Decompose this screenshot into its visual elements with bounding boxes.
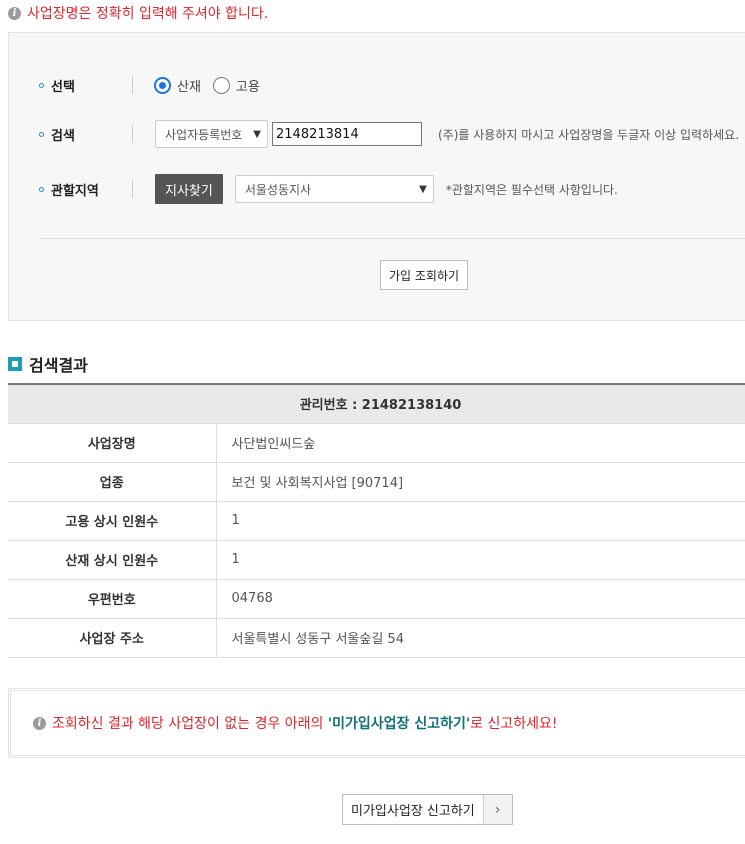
chevron-down-icon: ▼ <box>419 183 427 195</box>
radio-goyong[interactable]: 고용 <box>212 76 260 95</box>
row-label: 업종 <box>8 462 217 502</box>
square-bullet-icon <box>8 357 22 371</box>
warning-highlight: '미가입사업장 신고하기' <box>327 716 471 732</box>
radio-goyong-label: 고용 <box>235 79 260 95</box>
table-row: 우편번호 04768 <box>8 579 745 619</box>
management-number: 관리번호 : 21482138140 <box>8 384 745 424</box>
find-branch-button[interactable]: 지사찾기 <box>155 174 223 204</box>
warning-box: i 조회하신 결과 해당 사업장이 없는 경우 아래의 '미가입사업장 신고하기… <box>8 688 745 758</box>
row-label: 사업장 주소 <box>8 618 217 658</box>
table-row: 업종 보건 및 사회복지사업 [90714] <box>8 462 745 502</box>
row-value: 서울특별시 성동구 서울숲길 54 <box>216 618 745 658</box>
row-value: 1 <box>216 501 745 541</box>
top-notice: i 사업장명은 정확히 입력해 주셔야 합니다. <box>8 3 268 23</box>
chevron-down-icon: ▼ <box>253 128 261 140</box>
search-type-select[interactable]: 사업자등록번호 ▼ <box>155 120 268 148</box>
report-button-label: 미가입사업장 신고하기 <box>343 795 484 824</box>
bullet-icon <box>39 186 44 192</box>
search-hint: (주)를 사용하지 마시고 사업장명을 두글자 이상 입력하세요. <box>438 127 740 142</box>
results-table: 관리번호 : 21482138140 사업장명 사단법인씨드숲 업종 보건 및 … <box>8 383 745 658</box>
divider <box>132 180 133 198</box>
region-select[interactable]: 서울성동지사 ▼ <box>234 175 434 203</box>
search-panel: 선택 산재 고용 검색 사업자등록번호 ▼ 2148213814 (주)를 사용… <box>8 32 745 321</box>
table-row: 사업장 주소 서울특별시 성동구 서울숲길 54 <box>8 618 745 658</box>
search-input[interactable]: 2148213814 <box>272 122 422 146</box>
info-icon: i <box>8 6 21 20</box>
region-label: 관할지역 <box>39 174 134 204</box>
region-select-value: 서울성동지사 <box>244 182 312 197</box>
chevron-right-icon: › <box>483 795 512 824</box>
row-label: 고용 상시 인원수 <box>8 501 217 541</box>
row-label: 산재 상시 인원수 <box>8 540 217 580</box>
table-row: 사업장명 사단법인씨드숲 <box>8 423 745 463</box>
region-row: 관할지역 지사찾기 서울성동지사 ▼ *관할지역은 필수선택 사항입니다. <box>39 174 739 204</box>
submit-search-button[interactable]: 가입 조회하기 <box>380 260 469 290</box>
info-icon: i <box>33 716 46 730</box>
row-value: 1 <box>216 540 745 580</box>
results-title: 검색결과 <box>29 356 88 375</box>
choice-row: 선택 산재 고용 <box>39 70 739 100</box>
table-row: 고용 상시 인원수 1 <box>8 501 745 541</box>
radio-checked-icon[interactable] <box>154 76 171 94</box>
choice-label: 선택 <box>39 70 134 100</box>
bullet-icon <box>39 131 44 137</box>
search-type-value: 사업자등록번호 <box>165 127 243 142</box>
bullet-icon <box>39 82 44 88</box>
results-heading: 검색결과 <box>8 352 88 376</box>
divider <box>132 125 133 143</box>
search-row: 검색 사업자등록번호 ▼ 2148213814 (주)를 사용하지 마시고 사업… <box>39 119 745 149</box>
radio-sanjae-label: 산재 <box>177 79 201 95</box>
notice-text: 사업장명은 정확히 입력해 주셔야 합니다. <box>27 6 269 22</box>
radio-sanjae[interactable]: 산재 <box>154 76 201 95</box>
row-value: 보건 및 사회복지사업 [90714] <box>216 462 745 502</box>
report-unregistered-button[interactable]: 미가입사업장 신고하기 › <box>342 794 513 825</box>
table-row: 산재 상시 인원수 1 <box>8 540 745 580</box>
radio-unchecked-icon[interactable] <box>212 76 230 94</box>
row-value: 04768 <box>216 579 745 619</box>
divider <box>132 76 133 94</box>
divider <box>39 238 745 239</box>
region-hint: *관할지역은 필수선택 사항입니다. <box>445 182 618 197</box>
search-label: 검색 <box>39 119 134 149</box>
table-header-row: 관리번호 : 21482138140 <box>8 384 745 424</box>
row-value: 사단법인씨드숲 <box>216 423 745 463</box>
row-label: 사업장명 <box>8 423 217 463</box>
row-label: 우편번호 <box>8 579 217 619</box>
warning-text: 조회하신 결과 해당 사업장이 없는 경우 아래의 '미가입사업장 신고하기'로… <box>52 716 558 732</box>
